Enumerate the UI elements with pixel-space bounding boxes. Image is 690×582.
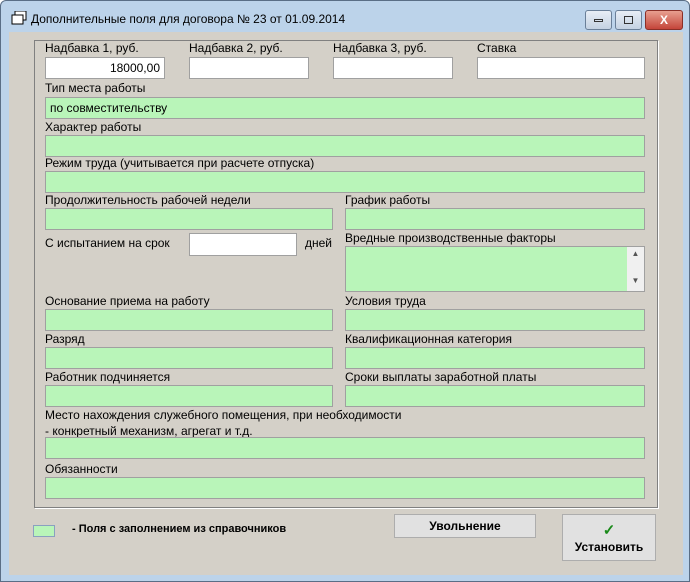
nadbavka2-label: Надбавка 2, руб. <box>189 41 283 55</box>
podchinyaetsya-label: Работник подчиняется <box>45 370 171 384</box>
obyazannosti-input[interactable] <box>45 477 645 499</box>
nadbavka2-input[interactable] <box>189 57 309 79</box>
razryad-label: Разряд <box>45 332 85 346</box>
grafik-input[interactable] <box>345 208 645 230</box>
vrednye-textarea[interactable]: ▲ ▼ <box>345 246 645 292</box>
mesto-label: Место нахождения служебного помещения, п… <box>45 408 402 422</box>
sroki-label: Сроки выплаты заработной платы <box>345 370 537 384</box>
tip-mesta-input[interactable]: по совместительству <box>45 97 645 119</box>
scroll-down-icon[interactable]: ▼ <box>627 276 644 285</box>
window-title: Дополнительные поля для договора № 23 от… <box>31 12 346 26</box>
stavka-input[interactable] <box>477 57 645 79</box>
harakter-input[interactable] <box>45 135 645 157</box>
nadbavka3-input[interactable] <box>333 57 453 79</box>
osnovanie-label: Основание приема на работу <box>45 294 210 308</box>
rezhim-input[interactable] <box>45 171 645 193</box>
kvalifikaciya-input[interactable] <box>345 347 645 369</box>
close-button[interactable]: X <box>645 10 683 30</box>
kvalifikaciya-label: Квалификационная категория <box>345 332 513 346</box>
legend-swatch <box>33 525 55 537</box>
stavka-label: Ставка <box>477 41 517 55</box>
scroll-up-icon[interactable]: ▲ <box>627 249 644 258</box>
mesto-label-2: - конкретный механизм, агрегат и т.д. <box>45 424 253 438</box>
ispytanie-suffix: дней <box>305 236 333 250</box>
rezhim-label: Режим труда (учитывается при расчете отп… <box>45 156 315 170</box>
podchinyaetsya-input[interactable] <box>45 385 333 407</box>
usloviya-input[interactable] <box>345 309 645 331</box>
usloviya-label: Условия труда <box>345 294 426 308</box>
prodolzhitelnost-input[interactable] <box>45 208 333 230</box>
osnovanie-input[interactable] <box>45 309 333 331</box>
mesto-input[interactable] <box>45 437 645 459</box>
sroki-input[interactable] <box>345 385 645 407</box>
ispytanie-label: С испытанием на срок <box>45 236 170 250</box>
ispytanie-input[interactable] <box>189 233 297 256</box>
app-icon <box>11 11 27 25</box>
tip-mesta-label: Тип места работы <box>45 81 146 95</box>
ustanovit-label: Установить <box>574 540 644 554</box>
minimize-button[interactable] <box>585 10 612 30</box>
prodolzhitelnost-label: Продолжительность рабочей недели <box>45 193 251 207</box>
minimize-icon <box>594 19 603 22</box>
ustanovit-button[interactable]: ✓ Установить <box>562 514 656 561</box>
maximize-icon <box>624 16 633 24</box>
check-icon: ✓ <box>602 522 616 539</box>
nadbavka1-input[interactable]: 18000,00 <box>45 57 165 79</box>
legend-text: - Поля с заполнением из справочников <box>72 523 287 535</box>
nadbavka1-label: Надбавка 1, руб. <box>45 41 139 55</box>
vrednye-label: Вредные производственные факторы <box>345 231 556 245</box>
grafik-label: График работы <box>345 193 431 207</box>
scrollbar[interactable]: ▲ ▼ <box>627 247 644 291</box>
obyazannosti-label: Обязанности <box>45 462 118 476</box>
nadbavka3-label: Надбавка 3, руб. <box>333 41 427 55</box>
uvolnenie-button[interactable]: Увольнение <box>394 514 536 538</box>
razryad-input[interactable] <box>45 347 333 369</box>
maximize-button[interactable] <box>615 10 642 30</box>
harakter-label: Характер работы <box>45 120 142 134</box>
